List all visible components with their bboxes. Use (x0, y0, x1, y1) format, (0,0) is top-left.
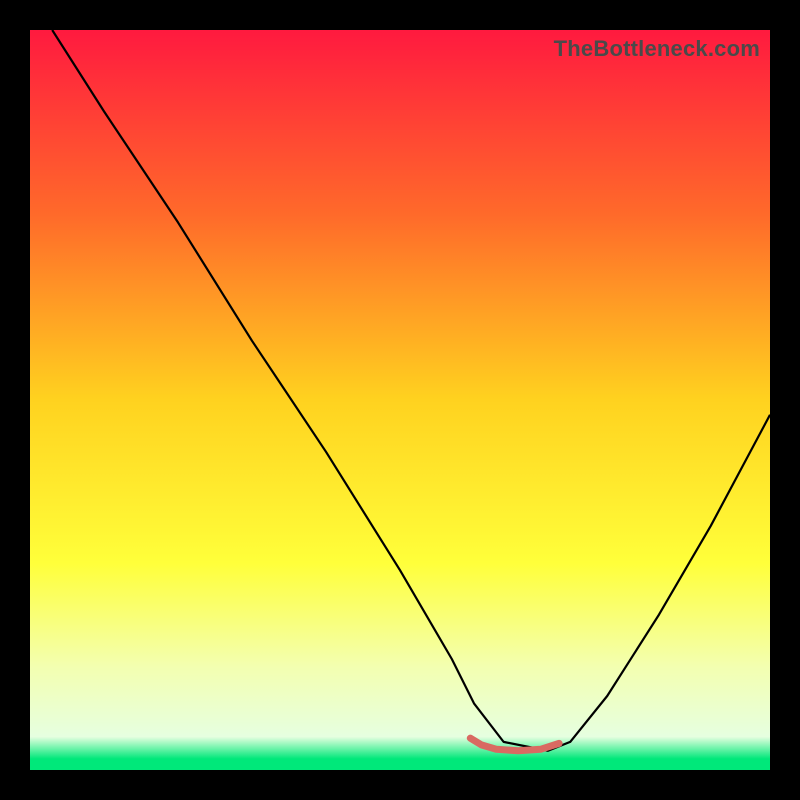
gradient-rect (30, 30, 770, 770)
watermark-label: TheBottleneck.com (554, 36, 760, 62)
chart-svg (30, 30, 770, 770)
chart-frame: TheBottleneck.com (30, 30, 770, 770)
